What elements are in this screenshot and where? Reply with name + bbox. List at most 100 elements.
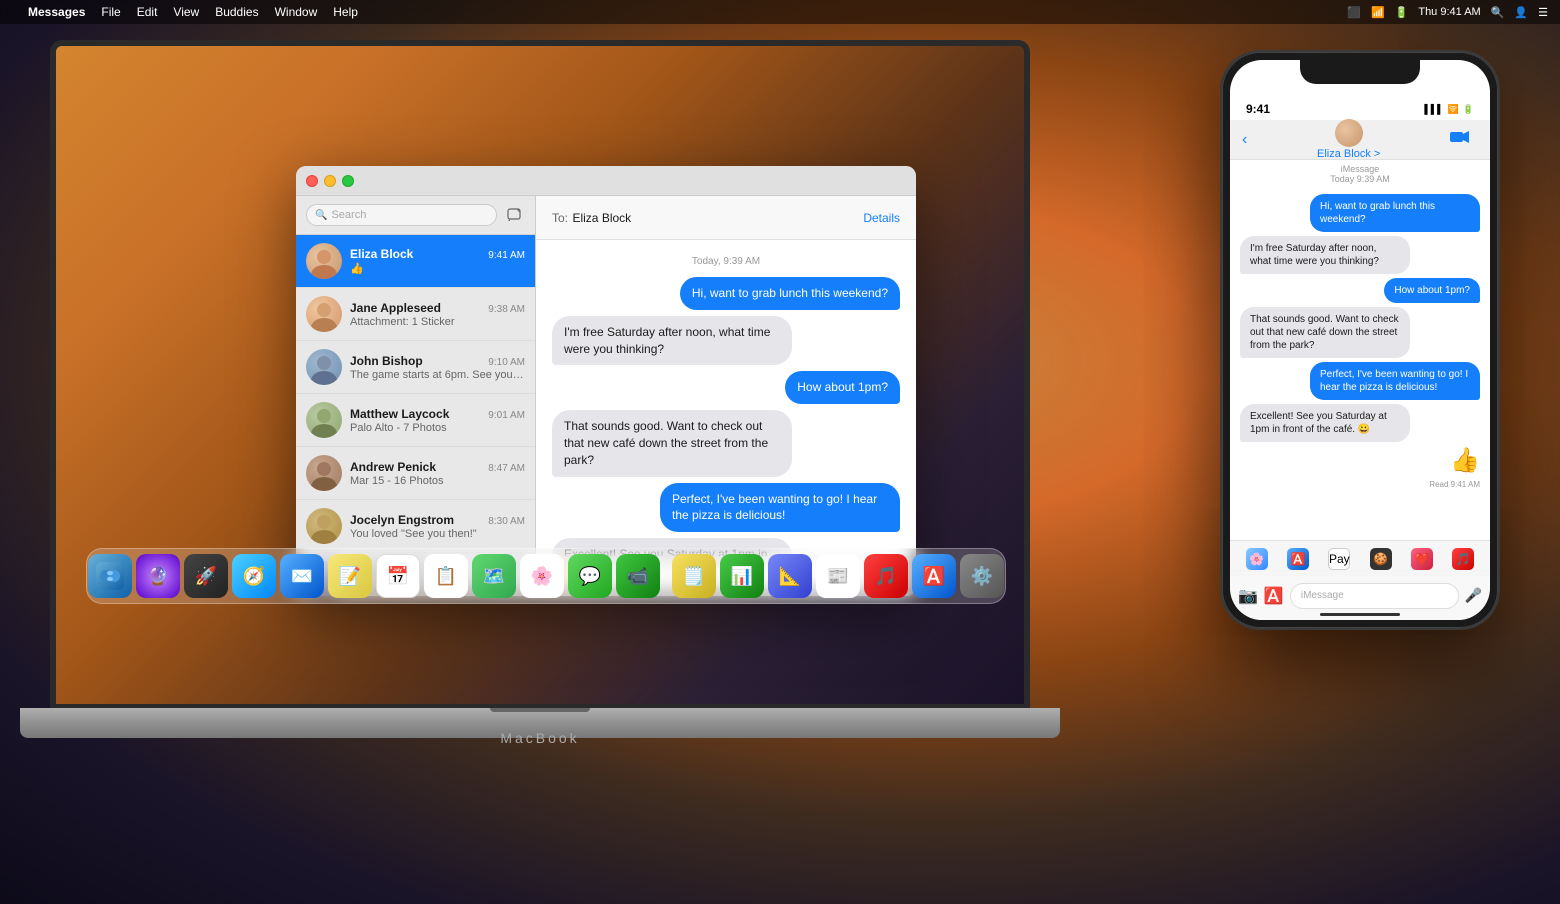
imessage-date: Today 9:39 AM — [1230, 174, 1490, 184]
conversation-item-john-bishop[interactable]: John Bishop 9:10 AM The game starts at 6… — [296, 341, 535, 394]
conv-name-jocelyn: Jocelyn Engstrom — [350, 513, 454, 527]
dock-stickies[interactable]: 🗒️ — [672, 554, 716, 598]
airplay-icon: ⬛ — [1347, 6, 1361, 19]
dock-launchpad[interactable]: 🚀 — [184, 554, 228, 598]
iphone-msg-sent-3: Perfect, I've been wanting to go! I hear… — [1240, 362, 1480, 400]
bubble-sent-2: How about 1pm? — [785, 371, 900, 404]
iphone-video-button[interactable] — [1450, 130, 1478, 149]
app-menu-messages[interactable]: Messages — [28, 5, 85, 19]
iphone-appstore-icon[interactable]: 🅰️ — [1264, 586, 1284, 606]
dock-siri[interactable]: 🔮 — [136, 554, 180, 598]
avatar-andrew-penick — [306, 455, 342, 491]
conv-time-jane: 9:38 AM — [488, 304, 525, 315]
dock-messages[interactable]: 💬 — [568, 554, 612, 598]
chat-details-button[interactable]: Details — [863, 211, 900, 225]
conv-name-jane: Jane Appleseed — [350, 301, 441, 315]
macbook-notch — [490, 708, 590, 712]
dock-music[interactable]: 🎵 — [864, 554, 908, 598]
iphone-mic-button[interactable]: 🎤 — [1465, 587, 1482, 604]
messages-window: 🔍 Search — [296, 166, 916, 596]
menu-edit[interactable]: Edit — [137, 5, 158, 19]
dock-appstore[interactable]: 🅰️ — [912, 554, 956, 598]
dock-systemprefs[interactable]: ⚙️ — [960, 554, 1004, 598]
iphone-camera-icon[interactable]: 📷 — [1238, 586, 1258, 606]
message-received-1: I'm free Saturday after noon, what time … — [552, 316, 900, 366]
window-titlebar — [296, 166, 916, 196]
control-center-icon[interactable]: ☰ — [1538, 6, 1548, 19]
iphone-dock-unknown2[interactable]: ❤️ — [1411, 548, 1433, 570]
iphone-dock-music[interactable]: 🎵 — [1452, 548, 1474, 570]
dock-mail[interactable]: ✉️ — [280, 554, 324, 598]
imessage-header: iMessage Today 9:39 AM — [1230, 160, 1490, 186]
iphone-time: 9:41 — [1246, 102, 1270, 116]
menu-window[interactable]: Window — [275, 5, 318, 19]
menu-bar: Messages File Edit View Buddies Window H… — [0, 0, 1560, 24]
conversation-item-eliza-block[interactable]: Eliza Block 9:41 AM 👍 — [296, 235, 535, 288]
search-menubar-icon[interactable]: 🔍 — [1491, 6, 1505, 19]
maximize-button[interactable] — [342, 175, 354, 187]
bubble-received-2: That sounds good. Want to check out that… — [552, 410, 792, 476]
dock-numbers[interactable]: 📊 — [720, 554, 764, 598]
dock-safari[interactable]: 🧭 — [232, 554, 276, 598]
minimize-button[interactable] — [324, 175, 336, 187]
iphone-bubble-sent-3: Perfect, I've been wanting to go! I hear… — [1310, 362, 1480, 400]
dock-reminders[interactable]: 📋 — [424, 554, 468, 598]
conversation-item-matthew-laycock[interactable]: Matthew Laycock 9:01 AM Palo Alto - 7 Ph… — [296, 394, 535, 447]
chat-recipient-name: Eliza Block — [572, 211, 631, 225]
conversation-item-jane-appleseed[interactable]: Jane Appleseed 9:38 AM Attachment: 1 Sti… — [296, 288, 535, 341]
conv-preview-matthew: Palo Alto - 7 Photos — [350, 422, 525, 434]
dock-calendar[interactable]: 📅 — [376, 554, 420, 598]
close-button[interactable] — [306, 175, 318, 187]
dock-notes[interactable]: 📝 — [328, 554, 372, 598]
menu-bar-time: Thu 9:41 AM — [1418, 6, 1480, 18]
dock-facetime[interactable]: 📹 — [616, 554, 660, 598]
dock-photos[interactable]: 🌸 — [520, 554, 564, 598]
iphone-bottom-app-bar: 🌸 🅰️ Pay 🍪 ❤️ 🎵 — [1230, 540, 1490, 576]
iphone-dock-appstore[interactable]: 🅰️ — [1287, 548, 1309, 570]
menu-help[interactable]: Help — [333, 5, 358, 19]
iphone-back-button[interactable]: ‹ — [1242, 131, 1247, 149]
conv-info-eliza: Eliza Block 9:41 AM 👍 — [350, 247, 525, 275]
compose-button[interactable] — [503, 204, 525, 226]
conv-info-andrew: Andrew Penick 8:47 AM Mar 15 - 16 Photos — [350, 460, 525, 487]
chat-to-label: To: — [552, 211, 568, 225]
iphone-bubble-received-2: That sounds good. Want to check out that… — [1240, 307, 1410, 358]
conv-info-jocelyn: Jocelyn Engstrom 8:30 AM You loved "See … — [350, 513, 525, 540]
menu-view[interactable]: View — [173, 5, 199, 19]
search-placeholder: Search — [331, 209, 366, 221]
screen-content: 🔍 Search — [56, 46, 1024, 704]
dock-finder[interactable] — [88, 554, 132, 598]
iphone-dock-applepay[interactable]: Pay — [1328, 548, 1350, 570]
message-received-2: That sounds good. Want to check out that… — [552, 410, 900, 476]
conversation-item-jocelyn-engstrom[interactable]: Jocelyn Engstrom 8:30 AM You loved "See … — [296, 500, 535, 553]
search-icon: 🔍 — [315, 210, 327, 221]
iphone-dock-photos[interactable]: 🌸 — [1246, 548, 1268, 570]
conv-time-jocelyn: 8:30 AM — [488, 516, 525, 527]
search-bar[interactable]: 🔍 Search — [306, 204, 497, 226]
dock-news[interactable]: 📰 — [816, 554, 860, 598]
iphone-bubble-received-3: Excellent! See you Saturday at 1pm in fr… — [1240, 404, 1410, 442]
chat-header: To: Eliza Block Details — [536, 196, 916, 240]
chat-area: To: Eliza Block Details Today, 9:39 AM H… — [536, 196, 916, 596]
conversation-item-andrew-penick[interactable]: Andrew Penick 8:47 AM Mar 15 - 16 Photos — [296, 447, 535, 500]
conv-info-matthew: Matthew Laycock 9:01 AM Palo Alto - 7 Ph… — [350, 407, 525, 434]
conv-name-andrew: Andrew Penick — [350, 460, 436, 474]
conv-name-eliza: Eliza Block — [350, 247, 413, 261]
iphone-msg-received-3: Excellent! See you Saturday at 1pm in fr… — [1240, 404, 1480, 442]
iphone-wifi-icon: 🛜 — [1448, 104, 1459, 115]
menu-file[interactable]: File — [101, 5, 120, 19]
iphone-contact-avatar — [1335, 119, 1363, 147]
iphone-input-field[interactable]: iMessage — [1290, 583, 1459, 609]
iphone-contact-name[interactable]: Eliza Block > — [1255, 148, 1442, 160]
dock-keynote[interactable]: 📐 — [768, 554, 812, 598]
iphone-signal-icon: ▌▌▌ — [1424, 104, 1443, 114]
iphone-dock-unknown1[interactable]: 🍪 — [1370, 548, 1392, 570]
wifi-icon: 📶 — [1371, 6, 1385, 19]
user-icon[interactable]: 👤 — [1514, 6, 1528, 19]
dock-maps[interactable]: 🗺️ — [472, 554, 516, 598]
iphone-contact-info: Eliza Block > — [1255, 119, 1442, 160]
iphone-input-placeholder: iMessage — [1301, 590, 1344, 601]
conversation-sidebar: 🔍 Search — [296, 196, 536, 596]
iphone-msg-received-1: I'm free Saturday after noon, what time … — [1240, 236, 1480, 274]
menu-buddies[interactable]: Buddies — [215, 5, 258, 19]
